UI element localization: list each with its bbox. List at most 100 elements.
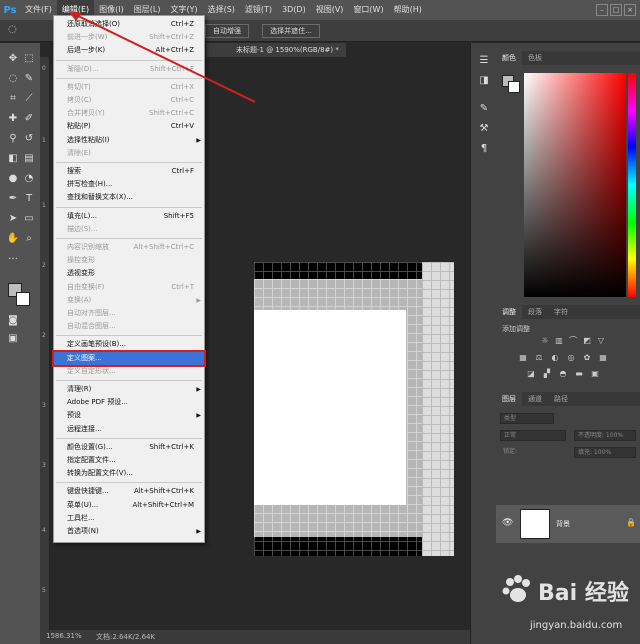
edit-menu-item-30[interactable]: 指定配置文件... bbox=[54, 454, 204, 467]
history-brush-icon[interactable]: ↺ bbox=[22, 131, 36, 145]
quick-mask-icon[interactable]: ◙ bbox=[6, 313, 20, 327]
vibrance-icon[interactable]: ▽ bbox=[596, 336, 606, 346]
select-and-mask-button[interactable]: 选择并遮住... bbox=[262, 24, 320, 38]
gradient-icon[interactable]: ▤ bbox=[22, 151, 36, 165]
tab-swatches[interactable]: 色板 bbox=[522, 51, 548, 65]
menu-10[interactable]: 帮助(H) bbox=[389, 0, 427, 20]
edit-menu-item-13[interactable]: 填充(L)... Shift+F5 bbox=[54, 210, 204, 223]
edit-menu-item-11[interactable]: 拼写检查(H)... bbox=[54, 178, 204, 191]
more-tools-icon[interactable]: … bbox=[6, 249, 20, 263]
healing-brush-icon[interactable]: ✚ bbox=[6, 111, 20, 125]
brush-tool-icon[interactable]: ✐ bbox=[22, 111, 36, 125]
edit-menu-item-19[interactable]: 变换(A) ▶ bbox=[54, 294, 204, 307]
clone-stamp-icon[interactable]: ⚲ bbox=[6, 131, 20, 145]
hue-slider[interactable] bbox=[628, 73, 636, 297]
edit-menu-item-26[interactable]: Adobe PDF 预设... bbox=[54, 396, 204, 409]
edit-menu-item-15[interactable]: 内容识别缩放 Alt+Shift+Ctrl+C bbox=[54, 241, 204, 254]
edit-menu-item-35[interactable]: 首选项(N) ▶ bbox=[54, 525, 204, 538]
posterize-icon[interactable]: ▞ bbox=[542, 369, 552, 379]
layer-row-background[interactable]: 👁 背景 🔒 bbox=[496, 505, 640, 543]
color-picker-field[interactable] bbox=[524, 73, 626, 297]
menu-0[interactable]: 文件(F) bbox=[20, 0, 57, 20]
brightness-icon[interactable]: ☼ bbox=[540, 336, 550, 346]
eyedropper-icon[interactable]: ⟋ bbox=[22, 91, 36, 105]
tab-adjustments[interactable]: 调整 bbox=[496, 305, 522, 319]
edit-menu-item-12[interactable]: 查找和替换文本(X)... bbox=[54, 191, 204, 204]
menu-9[interactable]: 窗口(W) bbox=[348, 0, 388, 20]
tab-channels[interactable]: 通道 bbox=[522, 392, 548, 406]
exposure-icon[interactable]: ◩ bbox=[582, 336, 592, 346]
menu-8[interactable]: 视图(V) bbox=[311, 0, 349, 20]
edit-menu-item-16[interactable]: 操控变形 bbox=[54, 254, 204, 267]
edit-menu-item-14[interactable]: 描边(S)... bbox=[54, 223, 204, 236]
zoom-level[interactable]: 1586.31% bbox=[46, 632, 82, 640]
lasso-icon[interactable]: ◌ bbox=[6, 71, 20, 85]
threshold-icon[interactable]: ◓ bbox=[558, 369, 568, 379]
edit-menu-item-8[interactable]: 选择性粘贴(I) ▶ bbox=[54, 134, 204, 147]
lasso-tool-icon[interactable]: ◌ bbox=[8, 24, 22, 38]
paragraph-icon[interactable]: ¶ bbox=[477, 141, 491, 155]
background-color-swatch[interactable] bbox=[16, 292, 30, 306]
pen-tool-icon[interactable]: ✒ bbox=[6, 191, 20, 205]
edit-menu-item-22[interactable]: 定义画笔预设(B)... bbox=[54, 338, 204, 351]
tab-paragraph[interactable]: 段落 bbox=[522, 305, 548, 319]
properties-panel-icon[interactable]: ◨ bbox=[477, 73, 491, 87]
edit-menu-item-27[interactable]: 预设 ▶ bbox=[54, 409, 204, 422]
photo-filter-icon[interactable]: ◎ bbox=[566, 353, 576, 363]
color-lookup-icon[interactable]: ▦ bbox=[598, 353, 608, 363]
hand-tool-icon[interactable]: ✋ bbox=[6, 231, 20, 245]
layer-name[interactable]: 背景 bbox=[556, 519, 570, 529]
brush-panel-icon[interactable]: ✎ bbox=[477, 101, 491, 115]
shape-tool-icon[interactable]: ▭ bbox=[22, 211, 36, 225]
layer-filter-select[interactable]: 类型 bbox=[500, 413, 554, 424]
edit-menu-item-25[interactable]: 清理(R) ▶ bbox=[54, 383, 204, 396]
screen-mode-icon[interactable]: ▣ bbox=[6, 331, 20, 345]
gradient-map-icon[interactable]: ▬ bbox=[574, 369, 584, 379]
edit-menu-item-21[interactable]: 自动混合图层... bbox=[54, 320, 204, 333]
blur-tool-icon[interactable]: ● bbox=[6, 171, 20, 185]
history-panel-icon[interactable]: ☰ bbox=[477, 53, 491, 67]
fill-field[interactable]: 填充: 100% bbox=[574, 447, 636, 458]
edit-menu-item-17[interactable]: 透视变形 bbox=[54, 267, 204, 280]
edit-menu-item-29[interactable]: 颜色设置(G)... Shift+Ctrl+K bbox=[54, 441, 204, 454]
curves-icon[interactable]: ⌒ bbox=[568, 336, 578, 346]
edit-menu-item-18[interactable]: 自由变换(F) Ctrl+T bbox=[54, 281, 204, 294]
edit-menu-item-6[interactable]: 合并拷贝(Y) Shift+Ctrl+C bbox=[54, 107, 204, 120]
maximize-icon[interactable]: □ bbox=[610, 4, 622, 16]
edit-menu-item-10[interactable]: 搜索 Ctrl+F bbox=[54, 165, 204, 178]
blend-mode-select[interactable]: 正常 bbox=[500, 430, 566, 441]
channel-mixer-icon[interactable]: ✿ bbox=[582, 353, 592, 363]
dodge-tool-icon[interactable]: ◔ bbox=[22, 171, 36, 185]
tool-presets-icon[interactable]: ⚒ bbox=[477, 121, 491, 135]
color-balance-icon[interactable]: ⚖ bbox=[534, 353, 544, 363]
marquee-tool-icon[interactable]: ⬚ bbox=[22, 51, 36, 65]
edit-menu-item-24[interactable]: 定义自定形状... bbox=[54, 365, 204, 378]
hue-saturation-icon[interactable]: ▦ bbox=[518, 353, 528, 363]
crop-tool-icon[interactable]: ⌗ bbox=[6, 91, 20, 105]
edit-menu-item-34[interactable]: 工具栏... bbox=[54, 512, 204, 525]
edit-menu-item-28[interactable]: 远程连接... bbox=[54, 423, 204, 436]
menu-7[interactable]: 3D(D) bbox=[277, 0, 311, 20]
edit-menu-item-32[interactable]: 键盘快捷键... Alt+Shift+Ctrl+K bbox=[54, 485, 204, 498]
color-panel-background[interactable] bbox=[508, 81, 520, 93]
visibility-eye-icon[interactable]: 👁 bbox=[502, 518, 513, 528]
tab-color[interactable]: 颜色 bbox=[496, 51, 522, 65]
path-select-icon[interactable]: ➤ bbox=[6, 211, 20, 225]
edit-menu-item-7[interactable]: 粘贴(P) Ctrl+V bbox=[54, 120, 204, 133]
tab-character[interactable]: 字符 bbox=[548, 305, 574, 319]
opacity-field[interactable]: 不透明度: 100% bbox=[574, 430, 636, 441]
edit-menu-item-31[interactable]: 转换为配置文件(V)... bbox=[54, 467, 204, 480]
selective-color-icon[interactable]: ▣ bbox=[590, 369, 600, 379]
close-icon[interactable]: × bbox=[624, 4, 636, 16]
levels-icon[interactable]: ▥ bbox=[554, 336, 564, 346]
edit-menu-item-23[interactable]: 定义图案... bbox=[52, 349, 206, 367]
quick-select-icon[interactable]: ✎ bbox=[22, 71, 36, 85]
tab-paths[interactable]: 路径 bbox=[548, 392, 574, 406]
zoom-tool-icon[interactable]: ⌕ bbox=[22, 231, 36, 245]
eraser-icon[interactable]: ◧ bbox=[6, 151, 20, 165]
type-tool-icon[interactable]: T bbox=[22, 191, 36, 205]
edit-menu-item-9[interactable]: 清除(E) bbox=[54, 147, 204, 160]
lock-icon[interactable]: 🔒 bbox=[626, 518, 636, 527]
minimize-icon[interactable]: – bbox=[596, 4, 608, 16]
tab-layers[interactable]: 图层 bbox=[496, 392, 522, 406]
